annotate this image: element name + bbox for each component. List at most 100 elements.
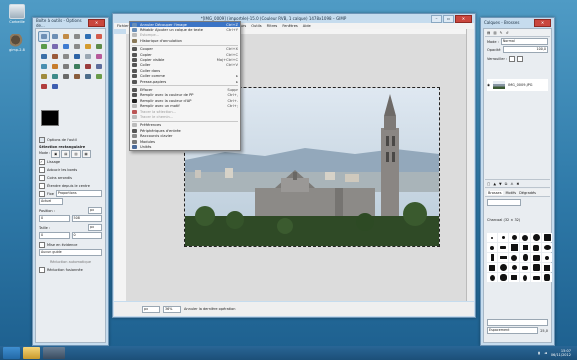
brush-swatch[interactable] [509,263,519,272]
layer-item[interactable]: ◉ IMG_0009.JPG [487,79,548,91]
tool-button[interactable] [50,52,60,61]
tool-button[interactable] [39,42,49,51]
brush-swatch[interactable] [498,273,508,282]
tool-button[interactable] [94,42,104,51]
fixed-select[interactable]: Proportions [55,190,102,197]
tool-button[interactable] [61,52,71,61]
brush-swatch[interactable] [542,253,552,262]
tool-button[interactable] [61,72,71,81]
tool-button[interactable] [38,31,50,42]
tool-button[interactable] [61,62,71,71]
edit-menu-item[interactable]: Couper Ctrl+X [130,47,240,52]
brush-swatch[interactable] [542,263,552,272]
brush-swatch[interactable] [531,233,541,242]
brush-swatch[interactable] [509,233,519,242]
brush-swatch[interactable] [509,243,519,252]
edit-menu-item[interactable]: Raccourcis clavier [130,133,240,139]
edit-menu-item[interactable]: Unités [130,144,240,149]
new-layer-icon[interactable]: ▢ [487,182,490,186]
checkbox[interactable] [39,174,45,181]
close-button[interactable]: ✕ [454,14,472,23]
option-expand-center[interactable]: Étendre depuis le centre [39,182,102,189]
tool-button[interactable] [39,62,49,71]
volume-icon[interactable]: ◄ [544,351,547,356]
edit-menu-item[interactable]: Presse-papiers ▸ [130,79,240,84]
checkbox[interactable] [39,182,45,189]
tool-button[interactable] [39,52,49,61]
brush-swatch[interactable] [531,253,541,262]
toolbox-titlebar[interactable]: Boîte à outils - Options de... ✕ [33,18,108,28]
tool-button[interactable] [94,72,104,81]
brush-swatch[interactable] [498,243,508,252]
tool-button[interactable] [94,32,104,41]
autoshrink-button[interactable]: Réduction automatique [39,258,102,265]
spacing-slider[interactable]: Espacement [487,327,539,334]
edit-menu-item[interactable]: Coller Ctrl+V [130,63,240,68]
opacity-input[interactable]: 100,0 [502,46,548,53]
option-highlight[interactable]: Mise en évidence [39,241,102,248]
edit-menu-item[interactable]: Copier visible Maj+Ctrl+C [130,57,240,63]
clock[interactable]: 15:07 06/11/2012 [551,349,571,358]
ie-icon[interactable] [3,347,20,359]
option-rounded[interactable]: Coins arrondis [39,174,102,181]
brush-swatch[interactable] [498,253,508,262]
mode-subtract-button[interactable]: ▥ [71,150,81,158]
lock-pixels-checkbox[interactable] [509,55,516,62]
brush-swatch[interactable] [498,233,508,242]
desktop-icon-recycle-bin[interactable]: Corbeille [4,4,30,24]
tool-button[interactable] [50,82,60,91]
checkbox[interactable] [39,266,45,273]
actuel-field[interactable]: Actuel [39,198,63,205]
tool-button[interactable] [94,52,104,61]
tool-button[interactable] [50,62,60,71]
channels-tab-icon[interactable]: ▥ [493,31,496,35]
lower-layer-icon[interactable]: ▼ [499,182,502,186]
tool-button[interactable] [72,62,82,71]
tool-button[interactable] [83,52,93,61]
delete-layer-icon[interactable]: ✖ [516,182,519,186]
paths-tab-icon[interactable]: ✎ [500,31,503,35]
tool-button[interactable] [50,42,60,51]
tool-button[interactable] [83,32,93,41]
brush-filter-input[interactable] [487,199,521,206]
position-y-input[interactable]: 508 [71,215,102,222]
tool-button[interactable] [83,42,93,51]
brush-swatch[interactable] [520,253,530,262]
brush-swatch[interactable] [509,253,519,262]
option-merged[interactable]: Réduction fusionnée [39,266,102,273]
mode-add-button[interactable]: ▤ [61,150,71,158]
tool-button[interactable] [61,32,71,41]
guide-select[interactable]: Aucun guide [39,249,102,256]
tool-button[interactable] [61,42,71,51]
raise-layer-icon[interactable]: ▲ [493,182,496,186]
tab-brushes[interactable]: Brosses [487,190,503,195]
unit-select[interactable]: px [142,305,160,313]
mode-intersect-button[interactable]: ▦ [81,150,91,158]
close-button[interactable]: ✕ [534,18,551,27]
option-feather[interactable]: Adoucir les bords [39,166,102,173]
option-antialias[interactable]: ✓ Lissage [39,158,102,165]
edit-menu-item[interactable]: Copier Ctrl+C [130,52,240,57]
brush-swatch[interactable] [487,273,497,282]
edit-menu-item[interactable]: Coller dans [130,68,240,73]
checkbox[interactable] [39,190,45,197]
foreground-color[interactable] [41,110,59,126]
lock-alpha-checkbox[interactable] [517,55,524,62]
color-swatches[interactable] [41,110,69,136]
dock-titlebar[interactable]: Calques - Brosses ✕ [481,18,554,27]
vertical-scrollbar[interactable] [466,29,474,301]
brush-swatch[interactable] [487,243,497,252]
tool-button[interactable] [94,62,104,71]
network-icon[interactable]: ▮ [538,351,540,356]
checkbox[interactable] [39,166,45,173]
brush-swatch[interactable] [542,273,552,282]
tool-button[interactable] [50,32,60,41]
tab-gradients[interactable]: Dégradés [519,191,536,195]
zoom-select[interactable]: 36% [163,305,181,313]
eye-icon[interactable]: ◉ [487,83,490,87]
history-tab-icon[interactable]: ↺ [506,31,509,35]
brush-tag-input[interactable] [487,319,548,326]
tool-button[interactable] [72,72,82,81]
brush-swatch[interactable] [487,263,497,272]
brush-swatch[interactable] [531,273,541,282]
